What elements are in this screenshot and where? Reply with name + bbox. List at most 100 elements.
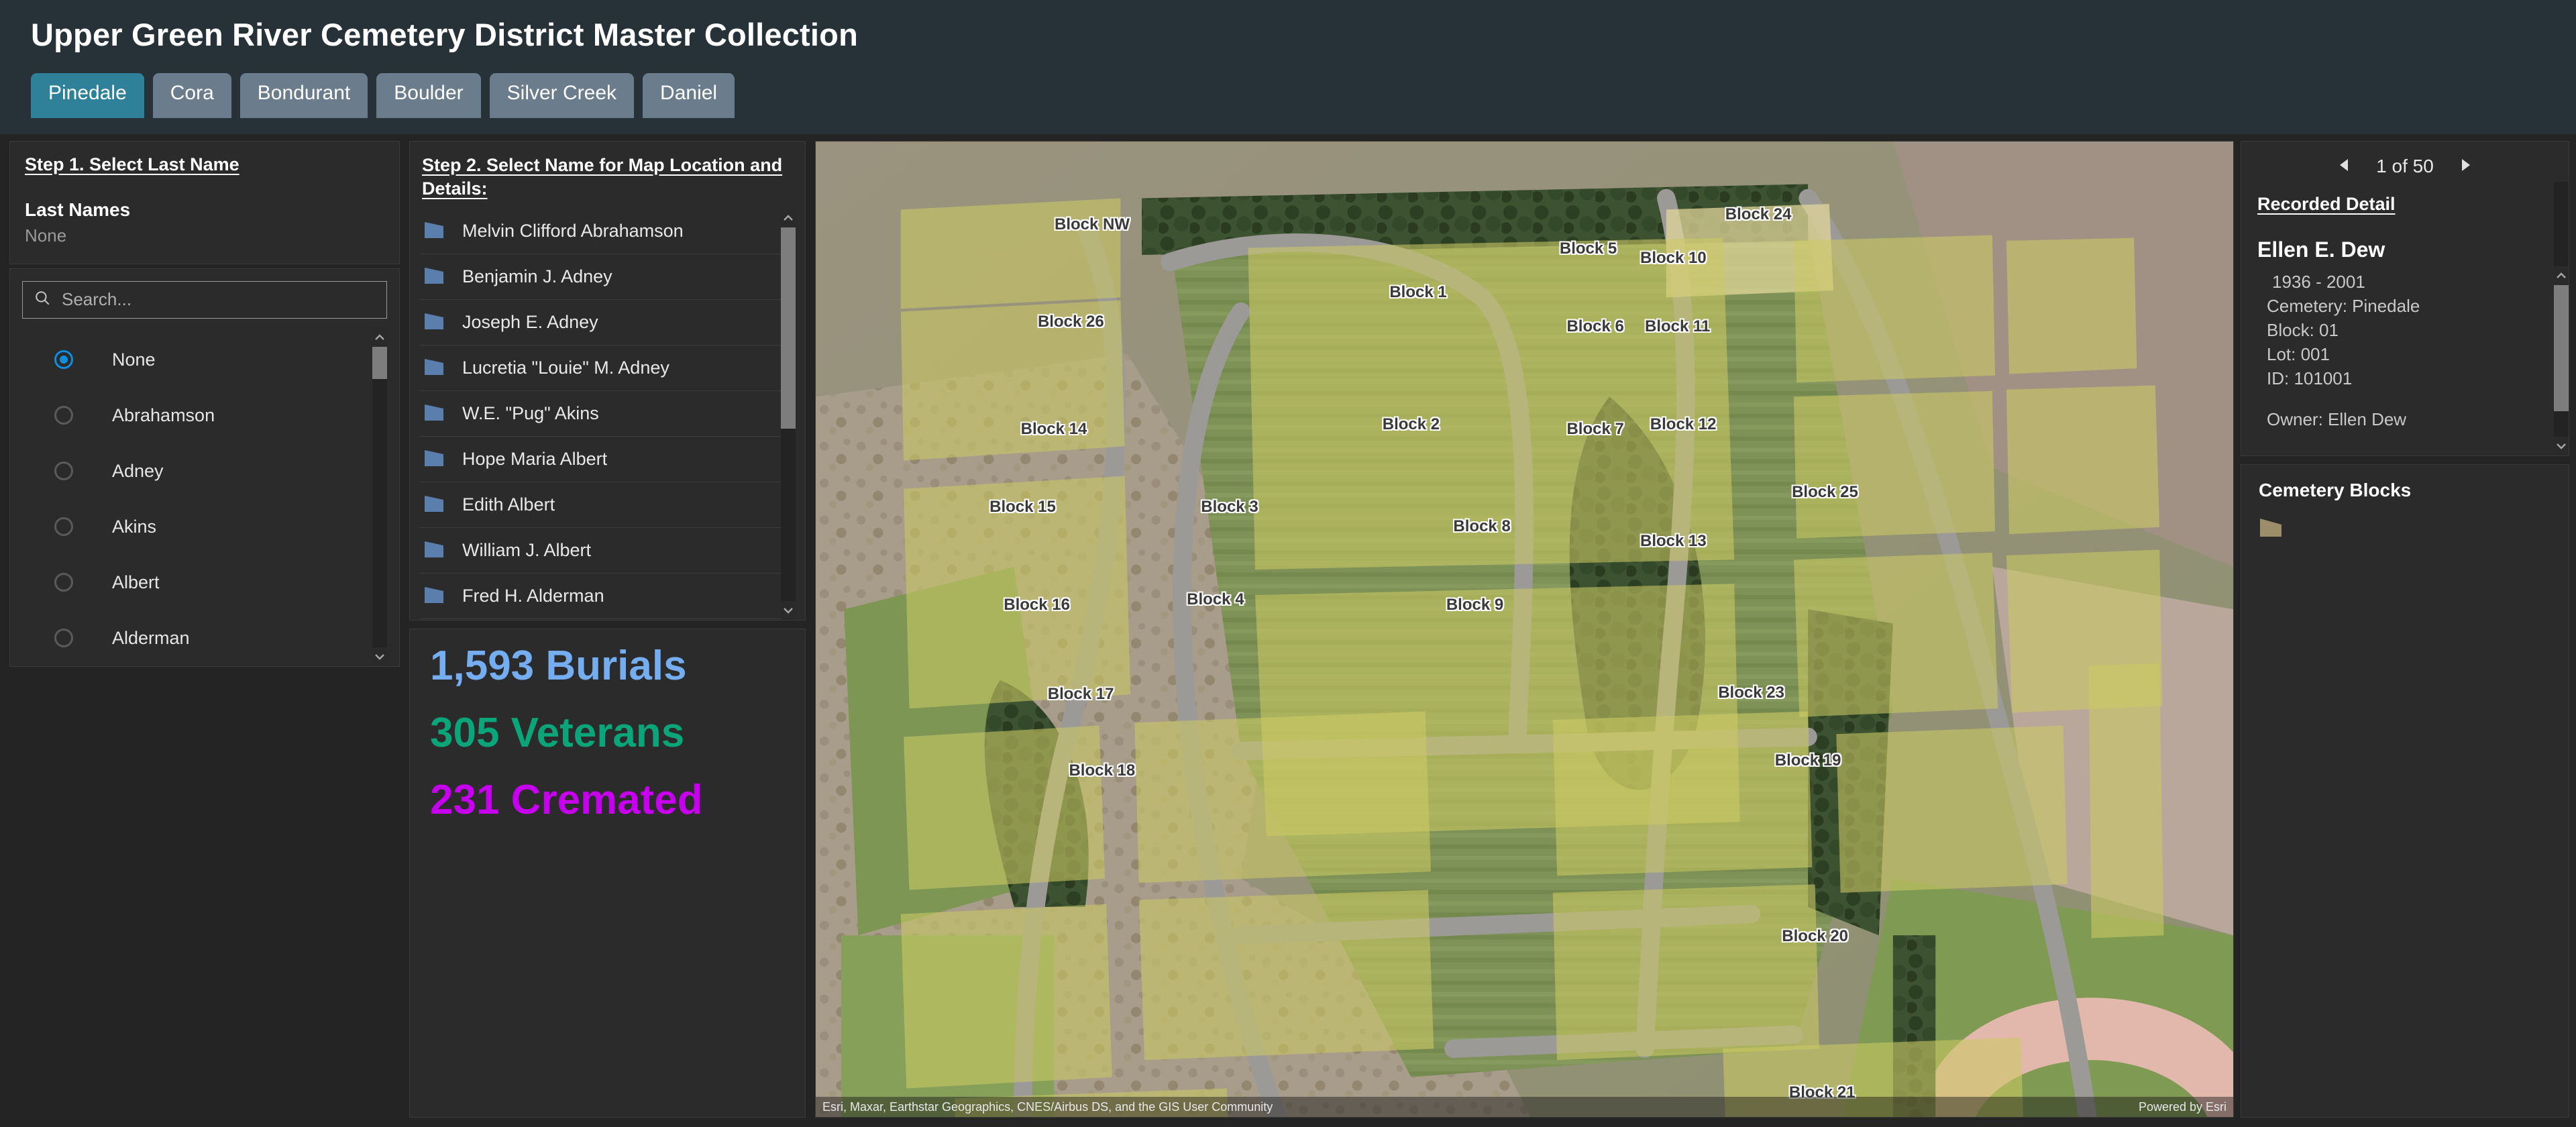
tab-boulder[interactable]: Boulder — [376, 72, 481, 118]
scroll-up-button[interactable] — [781, 209, 796, 228]
recorded-detail-heading: Recorded Detail — [2257, 194, 2396, 214]
name-list-item-label: Benjamin J. Adney — [462, 266, 612, 287]
search-box[interactable] — [22, 280, 387, 319]
record-content: Recorded Detail Ellen E. Dew 1936 - 2001… — [2241, 182, 2554, 455]
scroll-down-button[interactable] — [781, 601, 796, 620]
lastname-option-adney[interactable]: Adney — [22, 443, 372, 499]
map-flag-icon — [423, 447, 447, 471]
name-list-item[interactable]: L. June Alderman — [419, 619, 781, 620]
map-imagery — [816, 142, 2233, 1117]
record-pager: 1 of 50 — [2241, 151, 2569, 182]
name-list-item-label: Melvin Clifford Abrahamson — [462, 221, 684, 241]
cemetery-map[interactable]: Block NW Block 24 Block 26 Block 5 Block 10 B… — [815, 141, 2234, 1118]
name-list-item-label: William J. Albert — [462, 540, 592, 561]
scrollbar-thumb[interactable] — [781, 227, 796, 429]
scrollbar-track[interactable] — [2554, 285, 2569, 437]
lastname-option-albert[interactable]: Albert — [22, 555, 372, 610]
radio-button[interactable] — [54, 406, 73, 425]
scroll-up-button[interactable] — [2554, 266, 2569, 285]
names-body: Melvin Clifford Abrahamson Benjamin J. Ad… — [419, 209, 796, 620]
record-body: Recorded Detail Ellen E. Dew 1936 - 2001… — [2241, 182, 2569, 455]
legend-card: Cemetery Blocks — [2241, 464, 2569, 1118]
recorded-detail-card: 1 of 50 Recorded Detail Ellen E. Dew 193… — [2241, 141, 2569, 456]
map-flag-icon — [423, 311, 447, 334]
name-list-item[interactable]: Hope Maria Albert — [419, 437, 781, 483]
lastname-option-none[interactable]: None — [22, 332, 372, 388]
triangle-right-icon[interactable] — [2459, 158, 2471, 176]
names-list: Melvin Clifford Abrahamson Benjamin J. Ad… — [419, 209, 781, 620]
lastname-option-akins[interactable]: Akins — [22, 499, 372, 555]
lastname-option-abrahamson[interactable]: Abrahamson — [22, 388, 372, 443]
radio-button[interactable] — [54, 350, 73, 370]
scroll-down-button[interactable] — [372, 647, 387, 666]
lastname-option-label: Abrahamson — [112, 405, 215, 425]
name-list-item[interactable]: William J. Albert — [419, 528, 781, 574]
record-column: 1 of 50 Recorded Detail Ellen E. Dew 193… — [2241, 134, 2576, 1127]
application-root: Upper Green River Cemetery District Mast… — [0, 0, 2576, 1127]
scroll-down-button[interactable] — [2554, 437, 2569, 455]
name-list-item-label: Edith Albert — [462, 494, 555, 515]
main-content: Step 1. Select Last Name Last Names None… — [0, 134, 2576, 1127]
record-line: Cemetery: Pinedale — [2267, 296, 2420, 316]
lastname-option-label: None — [112, 349, 156, 370]
radio-button[interactable] — [54, 573, 73, 592]
tab-bondurant[interactable]: Bondurant — [239, 72, 368, 118]
attribution-text: Esri, Maxar, Earthstar Geographics, CNES… — [822, 1099, 1273, 1114]
scrollbar-track[interactable] — [372, 346, 387, 647]
lastname-option-label: Akins — [112, 516, 157, 537]
names-list-card: Step 2. Select Name for Map Location and… — [409, 141, 806, 621]
lastname-option-label: Albert — [112, 572, 160, 592]
name-list-item[interactable]: Edith Albert — [419, 482, 781, 529]
last-names-value: None — [25, 225, 67, 246]
tab-pinedale[interactable]: Pinedale — [31, 72, 144, 118]
last-name-column: Step 1. Select Last Name Last Names None… — [0, 134, 409, 1127]
map-attribution: Esri, Maxar, Earthstar Geographics, CNES… — [816, 1097, 2233, 1117]
tab-cora[interactable]: Cora — [152, 72, 231, 118]
last-name-scrollbar[interactable] — [372, 327, 387, 666]
name-list-item-label: Joseph E. Adney — [462, 312, 598, 333]
names-scrollbar[interactable] — [781, 209, 796, 620]
name-list-item[interactable]: Fred H. Alderman — [419, 574, 781, 620]
tab-daniel[interactable]: Daniel — [643, 72, 735, 118]
map-flag-icon — [423, 356, 447, 380]
triangle-left-icon[interactable] — [2339, 158, 2351, 176]
scrollbar-track[interactable] — [781, 227, 796, 601]
cemetery-block-swatch — [2259, 519, 2286, 541]
last-names-label: Last Names — [25, 199, 131, 220]
record-scrollbar[interactable] — [2554, 182, 2569, 455]
record-detail-lines: 1936 - 2001 Cemetery: Pinedale Block: 01 Lo… — [2257, 272, 2538, 389]
map-flag-icon — [423, 219, 447, 243]
map-flag-icon — [423, 265, 447, 288]
map-flag-icon — [423, 402, 447, 425]
radio-button[interactable] — [54, 462, 73, 481]
map-column: Block NW Block 24 Block 26 Block 5 Block 10 B… — [815, 134, 2241, 1127]
last-name-list-card: None Abrahamson Adney Akins Albert Alderman — [9, 268, 400, 667]
search-input[interactable] — [62, 289, 376, 311]
lastname-option-label: Alderman — [112, 627, 190, 648]
radio-button[interactable] — [54, 629, 73, 648]
names-column: Step 2. Select Name for Map Location and… — [409, 134, 815, 1127]
name-list-item[interactable]: Melvin Clifford Abrahamson — [419, 209, 781, 255]
last-name-header-card: Step 1. Select Last Name Last Names None — [9, 141, 400, 264]
name-list-item[interactable]: W.E. "Pug" Akins — [419, 391, 781, 437]
scrollbar-thumb[interactable] — [2554, 285, 2569, 411]
stat-cremated: 231 Cremated — [430, 777, 703, 823]
map-flag-icon — [423, 539, 447, 562]
name-list-item-label: Fred H. Alderman — [462, 586, 604, 606]
cemetery-tabs: Pinedale Cora Bondurant Boulder Silver Creek… — [31, 72, 2545, 118]
scrollbar-thumb[interactable] — [372, 346, 387, 379]
radio-button[interactable] — [54, 517, 73, 537]
step1-title: Step 1. Select Last Name — [25, 154, 239, 174]
step2-title: Step 2. Select Name for Map Location and… — [422, 155, 783, 199]
page-title: Upper Green River Cemetery District Mast… — [31, 17, 858, 52]
record-line: Lot: 001 — [2267, 344, 2330, 364]
last-name-radio-list-wrap: None Abrahamson Adney Akins Albert Alderman — [22, 327, 387, 666]
map-flag-icon — [423, 493, 447, 517]
lastname-option-alderman[interactable]: Alderman — [22, 610, 372, 666]
name-list-item[interactable]: Joseph E. Adney — [419, 300, 781, 346]
scroll-up-button[interactable] — [372, 327, 387, 347]
name-list-item[interactable]: Lucretia "Louie" M. Adney — [419, 345, 781, 392]
name-list-item[interactable]: Benjamin J. Adney — [419, 254, 781, 301]
last-name-radio-list: None Abrahamson Adney Akins Albert Alderman — [22, 328, 372, 666]
tab-silver-creek[interactable]: Silver Creek — [489, 72, 635, 118]
